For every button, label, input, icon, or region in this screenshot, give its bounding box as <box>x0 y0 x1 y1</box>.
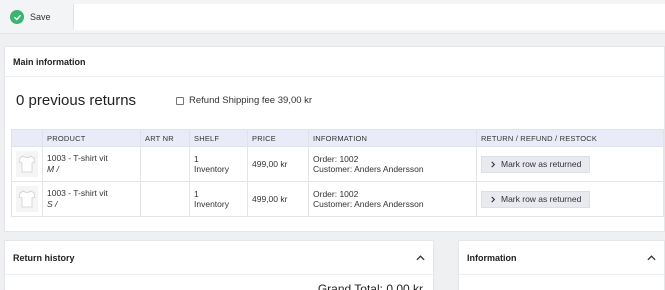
product-variant: S / <box>47 199 58 209</box>
toolbar: Save <box>0 0 665 34</box>
product-name: 1003 - T-shirt vit <box>47 153 108 163</box>
shelf-number: 1 <box>194 189 199 199</box>
information-cell: Order: 1002 Customer: Anders Andersson <box>308 181 477 217</box>
information-cell: Order: 1002 Customer: Anders Andersson <box>308 146 477 182</box>
shelf-location: Inventory <box>194 164 229 174</box>
product-variant: M / <box>47 164 59 174</box>
save-label: Save <box>30 12 51 22</box>
return-cell: Mark row as returned <box>476 146 664 182</box>
return-history-header[interactable]: Return history <box>5 241 433 275</box>
chevron-up-icon[interactable] <box>416 254 425 261</box>
product-cell: 1003 - T-shirt vit S / <box>42 181 141 217</box>
information-header[interactable]: Information <box>459 241 664 275</box>
return-history-title: Return history <box>13 252 75 263</box>
previous-returns: 0 previous returns <box>16 92 136 109</box>
mark-row-returned-button[interactable]: Mark row as returned <box>481 155 591 173</box>
check-circle-icon <box>10 10 24 24</box>
price-cell: 499,00 kr <box>247 181 309 217</box>
shelf-location: Inventory <box>194 199 229 209</box>
toolbar-spacer <box>74 4 665 30</box>
price-cell: 499,00 kr <box>247 146 309 182</box>
mark-row-returned-button[interactable]: Mark row as returned <box>481 190 591 208</box>
shelf-number: 1 <box>194 154 199 164</box>
return-history-card: Return history Grand Total: 0,00 kr <box>4 240 434 290</box>
mark-row-returned-label: Mark row as returned <box>501 159 582 169</box>
chevron-up-icon[interactable] <box>647 254 656 261</box>
refund-shipping-label: Refund Shipping fee 39,00 kr <box>189 95 313 106</box>
column-header-product: PRODUCT <box>42 129 141 147</box>
shelf-cell: 1 Inventory <box>189 181 248 217</box>
column-header-information: INFORMATION <box>308 129 477 147</box>
chevron-right-icon <box>491 195 496 203</box>
return-cell: Mark row as returned <box>476 181 664 217</box>
column-header-shelf: SHELF <box>189 129 248 147</box>
information-title: Information <box>467 252 517 263</box>
art-nr-cell <box>140 146 190 182</box>
main-information-card: Main information 0 previous returns Refu… <box>4 46 665 232</box>
table-row: 1003 - T-shirt vit M / 1 Inventory 499,0… <box>11 146 664 182</box>
save-button[interactable]: Save <box>4 4 74 30</box>
order-number: Order: 1002 <box>313 189 359 199</box>
product-image-cell <box>11 181 43 217</box>
column-header-price: PRICE <box>247 129 309 147</box>
tshirt-icon <box>16 151 38 177</box>
product-cell: 1003 - T-shirt vit M / <box>42 146 141 182</box>
previous-returns-label: 0 previous returns <box>16 92 137 109</box>
tshirt-icon <box>16 186 38 212</box>
table-header-row: PRODUCT ART NR SHELF PRICE INFORMATION R… <box>11 129 664 147</box>
mark-row-returned-label: Mark row as returned <box>501 194 582 204</box>
chevron-right-icon <box>491 160 496 168</box>
main-information-title: Main information <box>5 47 664 77</box>
table-row: 1003 - T-shirt vit S / 1 Inventory 499,0… <box>11 181 664 217</box>
product-name: 1003 - T-shirt vit <box>47 188 108 198</box>
order-number: Order: 1002 <box>313 154 359 164</box>
customer-name: Customer: Anders Andersson <box>313 199 424 209</box>
refund-shipping-checkbox[interactable] <box>176 96 184 105</box>
customer-name: Customer: Anders Andersson <box>313 164 424 174</box>
column-header-art-nr: ART NR <box>140 129 190 147</box>
shelf-cell: 1 Inventory <box>189 146 248 182</box>
column-header-image <box>11 129 43 147</box>
art-nr-cell <box>140 181 190 217</box>
returns-table: PRODUCT ART NR SHELF PRICE INFORMATION R… <box>11 129 664 217</box>
product-image-cell <box>11 146 43 182</box>
information-card: Information <box>458 240 665 290</box>
refund-shipping-toggle[interactable]: Refund Shipping fee 39,00 kr <box>176 95 312 106</box>
column-header-return: RETURN / REFUND / RESTOCK <box>476 129 664 147</box>
grand-total: Grand Total: 0,00 kr <box>317 282 423 290</box>
